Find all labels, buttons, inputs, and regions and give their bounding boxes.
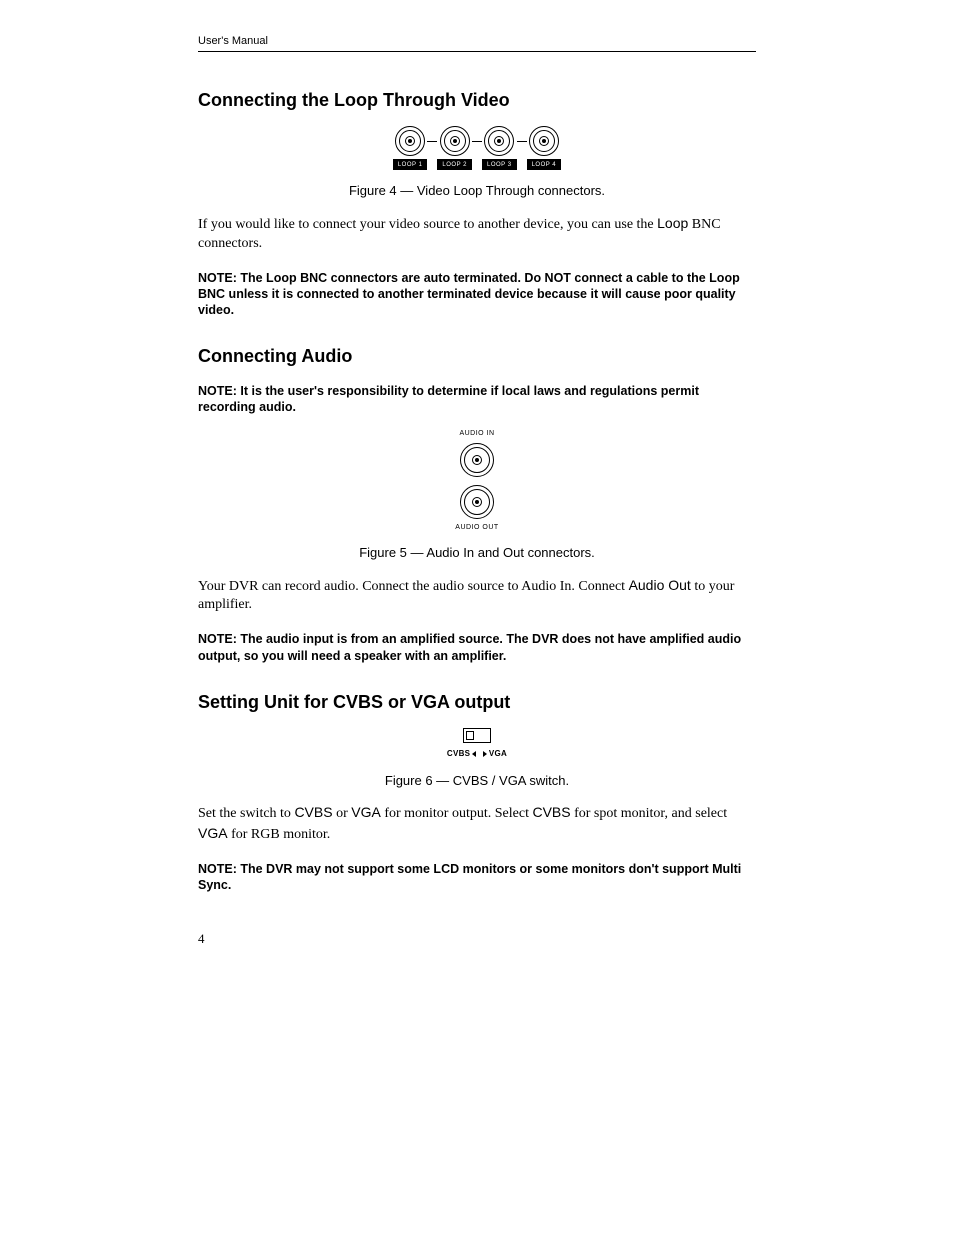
note-text: NOTE: The audio input is from an amplifi… <box>198 631 756 664</box>
bnc-connector-icon: LOOP 2 <box>437 126 472 170</box>
figure-caption: Figure 5 — Audio In and Out connectors. <box>198 544 756 562</box>
note-text: NOTE: The DVR may not support some LCD m… <box>198 861 756 894</box>
body-text: If you would like to connect your video … <box>198 214 756 254</box>
body-text: Your DVR can record audio. Connect the a… <box>198 576 756 616</box>
audio-in-label: AUDIO IN <box>459 429 494 438</box>
audio-out-label: AUDIO OUT <box>455 523 498 532</box>
bnc-connector-icon <box>460 443 494 477</box>
bnc-label: LOOP 2 <box>437 159 472 170</box>
section-title-cvbs-vga: Setting Unit for CVBS or VGA output <box>198 690 756 714</box>
figure-loop-connectors: LOOP 1 LOOP 2 LOOP 3 LOOP 4 Figure 4 — V… <box>198 126 756 200</box>
figure-caption: Figure 6 — CVBS / VGA switch. <box>198 772 756 790</box>
page-number: 4 <box>198 930 756 948</box>
bnc-connector-icon <box>460 485 494 519</box>
figure-caption: Figure 4 — Video Loop Through connectors… <box>198 182 756 200</box>
switch-label: CVBS VGA <box>447 749 507 760</box>
section-title-loop: Connecting the Loop Through Video <box>198 88 756 112</box>
page-header: User's Manual <box>198 34 756 49</box>
header-rule <box>198 51 756 52</box>
bnc-label: LOOP 3 <box>482 159 517 170</box>
bnc-connector-icon: LOOP 4 <box>527 126 562 170</box>
bnc-connector-icon: LOOP 3 <box>482 126 517 170</box>
switch-icon <box>463 728 491 743</box>
figure-cvbs-vga-switch: CVBS VGA Figure 6 — CVBS / VGA switch. <box>198 728 756 789</box>
figure-audio-connectors: AUDIO IN AUDIO OUT Figure 5 — Audio In a… <box>198 429 756 561</box>
bnc-label: LOOP 1 <box>393 159 428 170</box>
note-text: NOTE: It is the user's responsibility to… <box>198 383 756 416</box>
note-text: NOTE: The Loop BNC connectors are auto t… <box>198 270 756 319</box>
bnc-connector-icon: LOOP 1 <box>393 126 428 170</box>
body-text: Set the switch to CVBS or VGA for monito… <box>198 803 756 845</box>
bnc-label: LOOP 4 <box>527 159 562 170</box>
section-title-audio: Connecting Audio <box>198 344 756 368</box>
